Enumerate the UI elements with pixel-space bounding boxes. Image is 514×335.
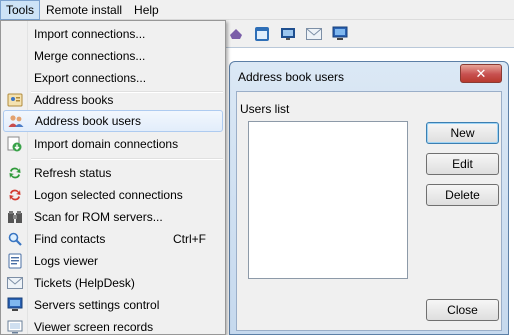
monitor-icon[interactable] [330,25,350,43]
menu-item-import-connections[interactable]: Import connections... [3,23,223,45]
screen-record-icon [3,316,27,335]
logs-icon [3,250,27,272]
menu-item-label: Logs viewer [34,254,99,268]
menu-item-scan-rom-servers[interactable]: Scan for ROM servers... [3,206,223,228]
dialog-close-button[interactable]: ✕ [460,64,502,83]
menu-item-tickets-helpdesk[interactable]: Tickets (HelpDesk) [3,272,223,294]
monitor-icon [3,294,27,316]
menu-item-refresh-status[interactable]: Refresh status [3,162,223,184]
domain-import-icon [3,133,27,155]
menu-separator [31,158,223,160]
menu-help[interactable]: Help [128,0,165,20]
address-book-icon [3,89,27,111]
menu-item-label: Viewer screen records [34,320,154,334]
close-button[interactable]: Close [426,299,499,321]
scan-icon [3,206,27,228]
envelope-icon [3,272,27,294]
menu-item-label: Tickets (HelpDesk) [34,276,135,290]
screen-icon[interactable] [278,25,298,43]
menu-tools[interactable]: Tools [0,0,41,20]
refresh-icon [3,162,27,184]
delete-button[interactable]: Delete [426,184,499,206]
menu-remote-install[interactable]: Remote install [40,0,128,20]
menu-item-address-books[interactable]: Address books [3,89,223,111]
logon-icon [3,184,27,206]
users-list[interactable] [248,121,408,279]
menu-item-label: Import domain connections [34,137,179,151]
mail-icon[interactable] [304,25,324,43]
menu-item-label: Address book users [35,114,142,128]
menu-item-viewer-screen-records[interactable]: Viewer screen records [3,316,223,335]
menu-item-label: Export connections... [34,71,147,85]
users-list-label: Users list [240,102,290,116]
new-button[interactable]: New [426,122,499,144]
menu-item-label: Servers settings control [34,298,160,312]
magnifier-icon [3,228,27,250]
edit-button[interactable]: Edit [426,153,499,175]
menu-item-shortcut: Ctrl+F [173,232,206,246]
menu-item-logs-viewer[interactable]: Logs viewer [3,250,223,272]
menu-item-export-connections[interactable]: Export connections... [3,67,223,89]
menu-item-merge-connections[interactable]: Merge connections... [3,45,223,67]
menu-item-label: Logon selected connections [34,188,183,202]
menu-item-label: Address books [34,93,114,107]
app-icon[interactable] [226,25,246,43]
menu-item-label: Import connections... [34,27,146,41]
menu-item-label: Scan for ROM servers... [34,210,163,224]
menu-item-label: Find contacts [34,232,106,246]
address-book-users-dialog: Address book users ✕ Users list New Edit… [229,61,509,335]
menu-item-import-domain-connections[interactable]: Import domain connections [3,133,223,155]
window-icon[interactable] [252,25,272,43]
menu-item-label: Merge connections... [34,49,146,63]
menu-item-address-book-users[interactable]: Address book users [3,110,223,132]
menu-item-label: Refresh status [34,166,112,180]
tools-dropdown-menu: Import connections... Merge connections.… [0,20,226,335]
menu-item-find-contacts[interactable]: Find contacts Ctrl+F [3,228,223,250]
menu-bar: Tools Remote install Help [0,0,514,20]
dialog-title: Address book users [238,70,345,84]
menu-item-servers-settings-control[interactable]: Servers settings control [3,294,223,316]
main-toolbar [224,21,514,47]
users-icon [4,110,28,132]
menu-item-logon-selected-connections[interactable]: Logon selected connections [3,184,223,206]
